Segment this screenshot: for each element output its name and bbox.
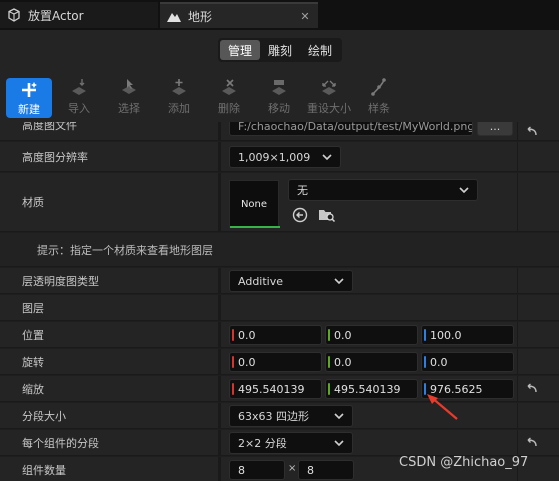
chevron-down-icon [459,187,469,194]
tool-label: 添加 [168,102,190,115]
tool-label: 移动 [268,102,290,115]
dropdown-value: 2×2 分段 [238,437,287,450]
tool-label: 选择 [118,102,140,115]
material-thumbnail[interactable]: None [229,180,280,228]
property-label: 位置 [22,328,44,342]
tool-label: 导入 [68,102,90,115]
cube-icon [6,7,22,23]
tool-move-button[interactable]: 移动 [255,76,303,120]
browse-asset-icon[interactable] [318,207,336,223]
chevron-down-icon [334,278,344,285]
chevron-down-icon [334,440,344,447]
tool-resize-button[interactable]: 重设大小 [305,76,353,120]
tool-import-button[interactable]: 导入 [55,76,103,120]
dropdown-value: Additive [238,274,283,288]
property-row-scale: 缩放 495.540139 495.540139 976.5625 [0,376,559,402]
import-icon [68,76,90,98]
property-label: 材质 [22,196,44,209]
heightmap-resolution-dropdown[interactable]: 1,009×1,009 [229,146,341,168]
layer-alpha-type-dropdown[interactable]: Additive [229,270,353,292]
add-icon [18,79,40,101]
mode-paint[interactable]: 绘制 [300,40,340,60]
annotation-arrow-icon [427,394,458,420]
mode-bar: 管理 雕刻 绘制 [0,30,559,70]
browse-button[interactable]: ... [477,122,513,136]
property-row-heightmap-file: 高度图文件 F:/chaochao/Data/output/test/MyWor… [0,122,559,141]
tool-delete-button[interactable]: 删除 [205,76,253,120]
tab-place-actor[interactable]: 放置Actor [0,2,158,28]
hint-text: 提示：指定一个材质来查看地形图层 [37,243,213,257]
property-row-section-size: 分段大小 63x63 四边形 [0,403,559,429]
reset-icon[interactable] [523,381,539,397]
tab-label: 放置Actor [28,8,84,23]
property-label: 组件数量 [22,463,66,477]
reset-icon[interactable] [523,124,539,140]
scale-x-input[interactable]: 495.540139 [229,379,322,399]
hint-row: 提示：指定一个材质来查看地形图层 [0,233,559,267]
tab-label: 地形 [188,9,213,24]
property-label: 分段大小 [22,409,66,423]
tab-bar: 放置Actor 地形 ✕ [0,0,559,30]
resize-icon [318,76,340,98]
property-row-layer-alpha-type: 层透明度图类型 Additive [0,268,559,294]
details-panel: 高度图文件 F:/chaochao/Data/output/test/MyWor… [0,122,559,481]
property-row-heightmap-resolution: 高度图分辨率 1,009×1,009 [0,142,559,172]
property-label: 高度图文件 [22,122,77,132]
delete-icon [218,76,240,98]
tool-palette: 新建 导入 选择 添加 删除 移动 重设大小 样条 [0,70,559,122]
chevron-down-icon [334,413,344,420]
dropdown-value: 63x63 四边形 [238,410,310,423]
property-row-layers: 图层 [0,295,559,321]
close-icon[interactable]: ✕ [298,9,312,23]
tool-label: 删除 [218,102,240,115]
property-label: 缩放 [22,382,44,396]
tool-new-button[interactable]: 新建 [6,78,52,118]
select-icon [118,76,140,98]
property-label: 层透明度图类型 [22,274,99,288]
tool-spline-button[interactable]: 样条 [355,76,403,120]
rotation-x-input[interactable]: 0.0 [229,352,322,372]
reset-icon[interactable] [523,435,539,451]
tool-label: 重设大小 [307,102,351,115]
mode-sculpt[interactable]: 雕刻 [260,40,300,60]
heightmap-file-input[interactable]: F:/chaochao/Data/output/test/MyWorld.png [229,122,473,136]
use-selected-asset-icon[interactable] [292,207,308,223]
mode-manage[interactable]: 管理 [220,40,261,60]
property-row-sections-per-component: 每个组件的分段 2×2 分段 [0,430,559,456]
tool-select-button[interactable]: 选择 [105,76,153,120]
chevron-down-icon [322,154,332,161]
dropdown-value: 1,009×1,009 [238,150,311,164]
property-row-material: 材质 无 [0,173,559,232]
mode-switch: 管理 雕刻 绘制 [218,38,343,62]
watermark: CSDN @Zhichao_97 [399,455,529,470]
property-row-location: 位置 0.0 0.0 100.0 [0,322,559,348]
tool-add-button[interactable]: 添加 [155,76,203,120]
times-separator: × [288,463,297,474]
property-label: 图层 [22,301,44,315]
tool-label: 新建 [18,103,40,116]
material-dropdown[interactable]: 无 [288,179,478,201]
property-row-rotation: 旋转 0.0 0.0 0.0 [0,349,559,375]
property-label: 高度图分辨率 [22,150,88,164]
dropdown-value: 无 [297,184,308,197]
rotation-z-input[interactable]: 0.0 [421,352,514,372]
location-y-input[interactable]: 0.0 [325,325,418,345]
tool-label: 样条 [368,102,390,115]
component-count-x-input[interactable]: 8 [229,460,285,480]
component-count-y-input[interactable]: 8 [298,460,354,480]
mountain-icon [166,8,182,24]
scale-y-input[interactable]: 495.540139 [325,379,418,399]
sections-per-component-dropdown[interactable]: 2×2 分段 [229,432,353,454]
property-label: 每个组件的分段 [22,436,99,450]
property-label: 旋转 [22,355,44,369]
location-x-input[interactable]: 0.0 [229,325,322,345]
location-z-input[interactable]: 100.0 [421,325,514,345]
spline-icon [368,76,390,98]
add-component-icon [168,76,190,98]
tab-landscape[interactable]: 地形 ✕ [160,2,318,28]
move-icon [268,76,290,98]
rotation-y-input[interactable]: 0.0 [325,352,418,372]
section-size-dropdown[interactable]: 63x63 四边形 [229,405,353,427]
